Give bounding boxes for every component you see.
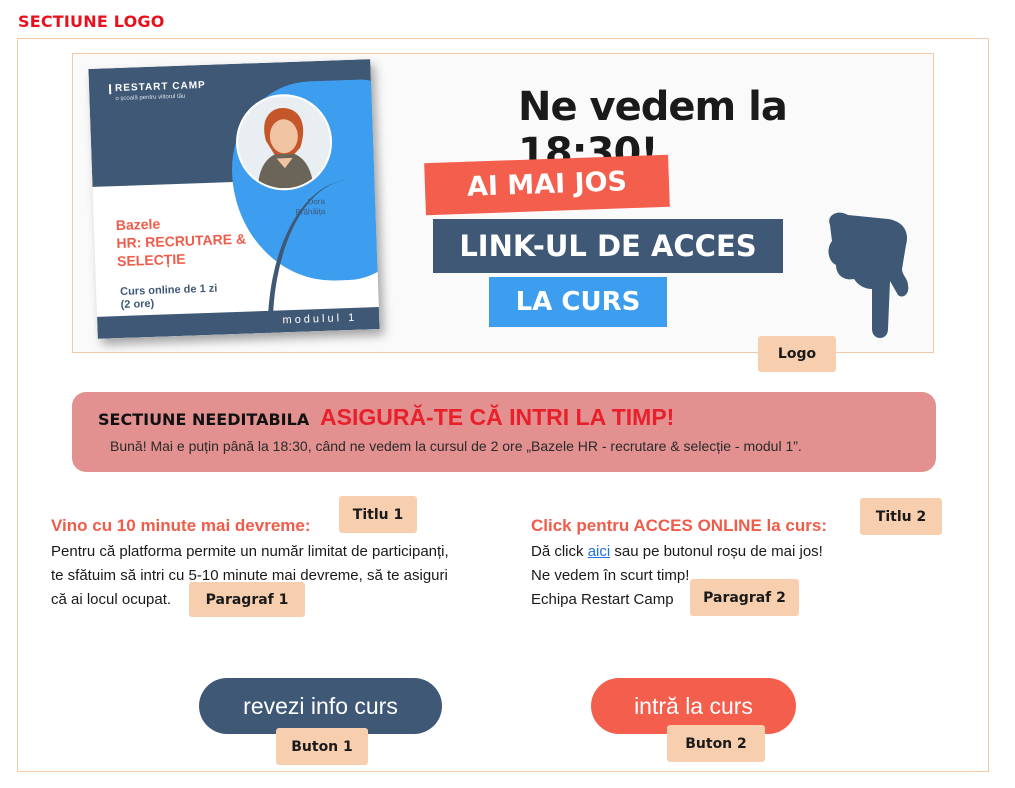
card-duration-line: (2 ore) [120, 297, 155, 312]
non-editable-label: SECTIUNE NEEDITABILA [98, 410, 310, 429]
banner-navy-text: LINK-UL DE ACCES [459, 229, 757, 263]
card-course-title: Bazele HR: RECRUTARE & SELECȚIE [116, 212, 247, 270]
section-logo-title: SECTIUNE LOGO [18, 12, 165, 31]
paragraph-text: sau pe butonul roșu de mai jos! [610, 543, 823, 560]
logo-label-chip: Logo [758, 336, 836, 372]
button-2-label-chip: Buton 2 [667, 725, 765, 762]
column-2-title: Click pentru ACCES ONLINE la curs: [531, 516, 827, 535]
column-1-title: Vino cu 10 minute mai devreme: [51, 516, 311, 535]
banner-coral-text: AI MAI JOS [466, 166, 628, 203]
paragraph-line: Pentru că platforma permite un număr lim… [51, 543, 449, 560]
card-course-duration: Curs online de 1 zi (2 ore) [120, 283, 218, 312]
non-editable-section: SECTIUNE NEEDITABILA ASIGURĂ-TE CĂ INTRI… [72, 392, 936, 472]
title-1-label-chip: Titlu 1 [339, 496, 417, 533]
banner-navy: LINK-UL DE ACCES [433, 219, 783, 273]
logo-section: RESTART CAMP o școală pentru viitorul tă… [72, 53, 934, 353]
info-course-button[interactable]: revezi info curs [199, 678, 442, 734]
banner-blue: LA CURS [489, 277, 667, 327]
card-presenter-line: Brăhăița [295, 206, 326, 217]
paragraph-1-label-chip: Paragraf 1 [189, 582, 305, 617]
button-1-label-chip: Buton 1 [276, 728, 368, 765]
card-presenter-name: Dora Brăhăița [295, 197, 325, 218]
paragraph-2-label-chip: Paragraf 2 [690, 579, 799, 616]
paragraph-text: Dă click [531, 543, 588, 560]
access-link[interactable]: aici [588, 543, 611, 560]
paragraph-line: Dă click aici sau pe butonul roșu de mai… [531, 540, 823, 564]
pointing-hand-icon [818, 209, 918, 352]
non-editable-text: Bună! Mai e puțin până la 18:30, când ne… [110, 438, 802, 454]
non-editable-title: ASIGURĂ-TE CĂ INTRI LA TIMP! [320, 404, 675, 430]
title-2-label-chip: Titlu 2 [860, 498, 942, 535]
course-card-image: RESTART CAMP o școală pentru viitorul tă… [88, 59, 380, 339]
card-title-line: SELECȚIE [116, 250, 186, 270]
banner-blue-text: LA CURS [515, 287, 641, 317]
banner-coral: AI MAI JOS [424, 154, 670, 216]
